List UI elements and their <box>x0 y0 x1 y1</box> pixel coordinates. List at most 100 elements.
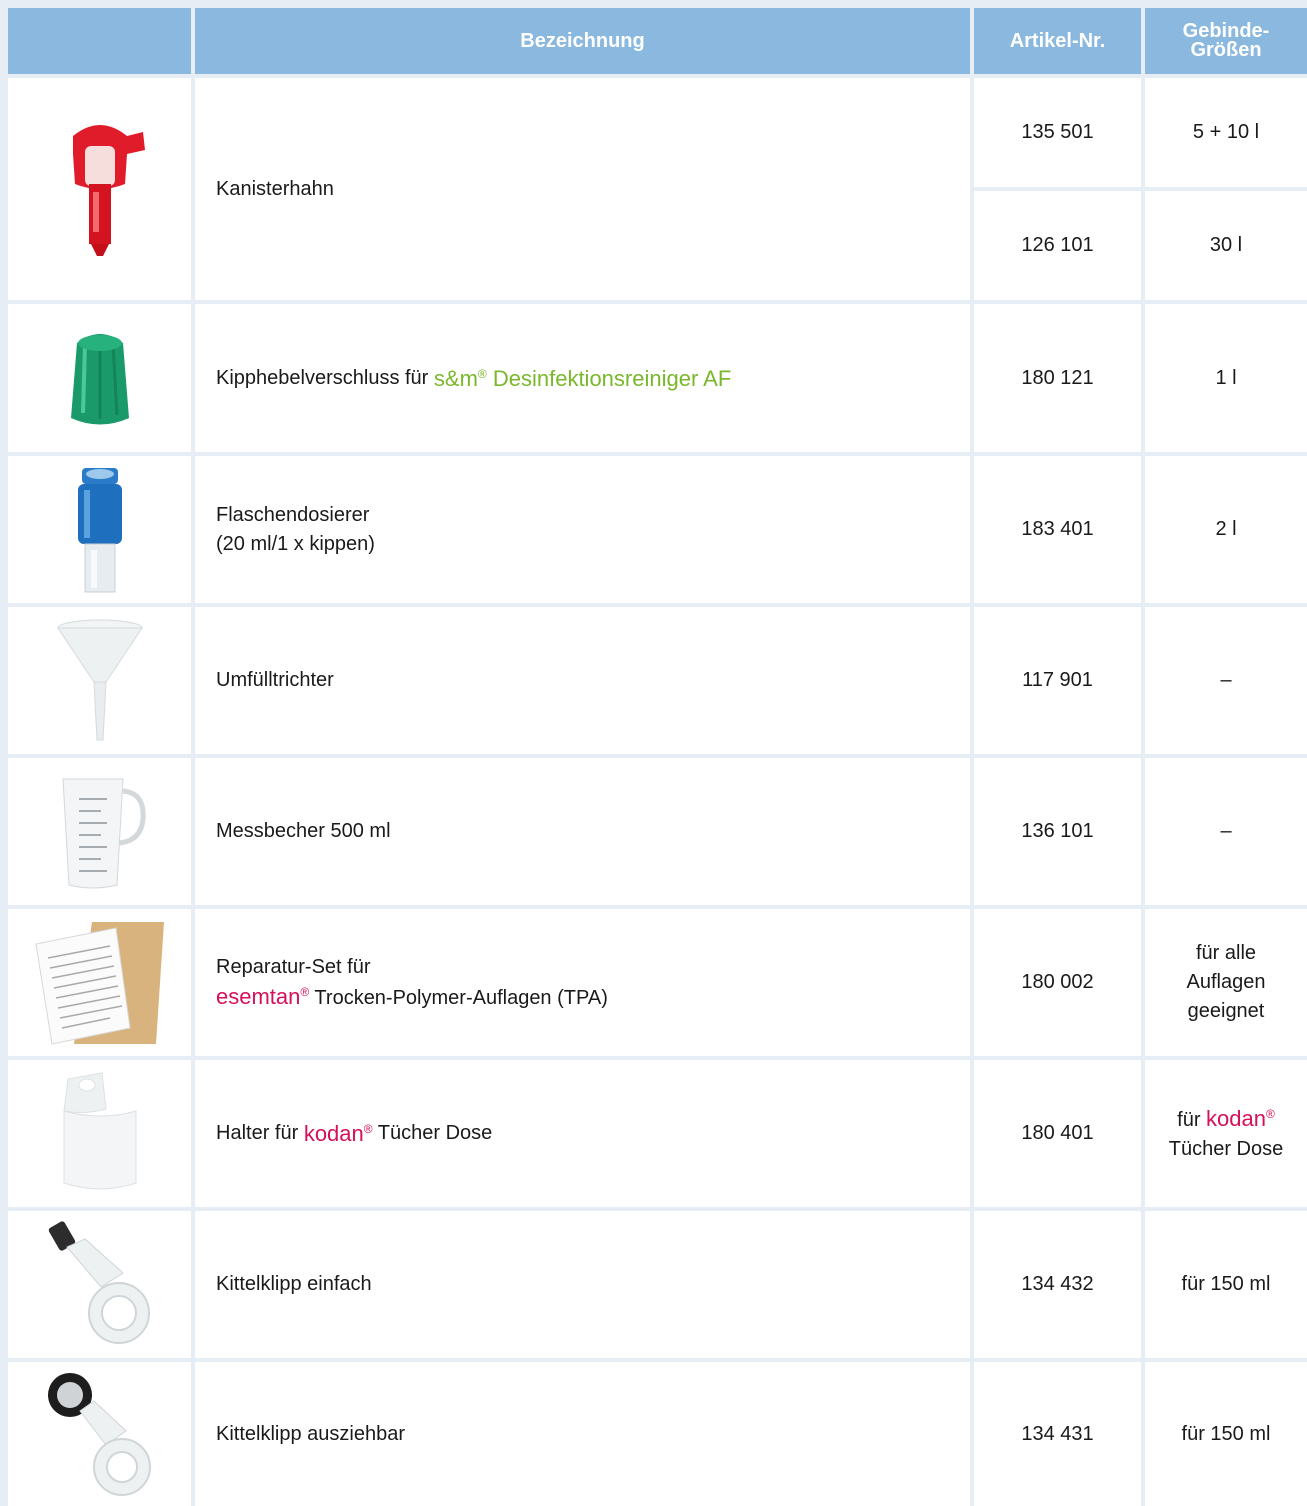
table-row-name: Kanisterhahn <box>195 78 970 300</box>
artikel-number: 126 101 <box>1021 234 1094 256</box>
bottle-dispenser-icon <box>77 467 122 592</box>
table-row-size: für alle Auflagen geeignet <box>1145 909 1307 1056</box>
brand-suffix: Desinfektionsreiniger AF <box>486 365 732 391</box>
artikel-number: 135 501 <box>1021 121 1094 143</box>
product-name-line1: Flaschendosierer <box>216 503 370 526</box>
table-row-size: 5 + 10 l <box>1145 78 1307 187</box>
product-name-line2: esemtan® Trocken-Polymer-Auflagen (TPA) <box>216 982 608 1013</box>
table-row-artikel: 117 901 <box>974 607 1141 754</box>
artikel-number: 134 431 <box>1021 1422 1094 1445</box>
artikel-number: 180 002 <box>1021 971 1094 993</box>
container-size-line3: geeignet <box>1187 1000 1265 1022</box>
retractable-clip-icon <box>47 1372 151 1496</box>
product-name-line2: (20 ml/1 x kippen) <box>216 532 375 555</box>
brand-kodan: kodan® <box>1206 1106 1275 1131</box>
table-row-size: 2 l <box>1145 456 1307 603</box>
header-artikel-nr: Artikel-Nr. <box>974 8 1141 74</box>
table-row-name: Kittelklipp ausziehbar <box>195 1362 970 1506</box>
brand-kodan: kodan® <box>304 1119 373 1148</box>
table-row-artikel: 126 101 <box>974 191 1141 300</box>
canister-tap-icon <box>72 125 145 256</box>
accessories-table: Bezeichnung Artikel-Nr. Gebinde- Größen … <box>0 0 1307 1506</box>
header-gebinde: Gebinde- Größen <box>1145 8 1307 74</box>
container-size: – <box>1220 669 1232 691</box>
table-row-artikel: 134 431 <box>974 1362 1141 1506</box>
product-name: Kittelklipp ausziehbar <box>216 1422 405 1445</box>
product-name-prefix: Kipphebelverschluss für <box>216 366 434 389</box>
table-row-size: – <box>1145 607 1307 754</box>
table-row-name: Kipphebelverschluss für s&m® Desinfektio… <box>195 304 970 452</box>
table-row-name: Flaschendosierer (20 ml/1 x kippen) <box>195 456 970 603</box>
container-size-line2: Auflagen <box>1186 971 1266 993</box>
table-row-name: Kittelklipp einfach <box>195 1211 970 1358</box>
artikel-number: 134 432 <box>1021 1273 1094 1295</box>
holder-icon <box>62 1072 136 1190</box>
table-row-name: Reparatur-Set für esemtan® Trocken-Polym… <box>195 909 970 1056</box>
measuring-cup-icon <box>61 778 146 889</box>
table-row-size: für 150 ml <box>1145 1362 1307 1506</box>
header-bezeichnung: Bezeichnung <box>195 8 970 74</box>
registered-mark: ® <box>1266 1106 1275 1121</box>
flip-cap-icon <box>70 334 129 425</box>
header-artikel-nr-label: Artikel-Nr. <box>1009 29 1106 52</box>
brand-name: kodan <box>303 1121 364 1146</box>
registered-mark: ® <box>363 1122 373 1136</box>
table-row-artikel: 135 501 <box>974 78 1141 187</box>
product-name-line1: Reparatur-Set für <box>216 955 371 978</box>
container-size: für 150 ml <box>1181 1273 1271 1295</box>
product-name-suffix: Tücher Dose <box>372 1122 493 1144</box>
artikel-number: 180 401 <box>1021 1122 1094 1144</box>
table-row-image <box>8 909 191 1056</box>
table-row-image <box>8 1211 191 1358</box>
container-size: für 150 ml <box>1181 1422 1271 1445</box>
brand-name: kodan <box>1206 1105 1266 1131</box>
container-size: 30 l <box>1209 234 1243 256</box>
table-row-size: – <box>1145 758 1307 905</box>
table-row-size: 30 l <box>1145 191 1307 300</box>
table-row-artikel: 134 432 <box>974 1211 1141 1358</box>
table-row-size: für 150 ml <box>1145 1211 1307 1358</box>
product-name-suffix: Trocken-Polymer-Auflagen (TPA) <box>309 986 608 1009</box>
table-row-artikel: 180 002 <box>974 909 1141 1056</box>
table-row-name: Halter für kodan® Tücher Dose <box>195 1060 970 1207</box>
table-row-image <box>8 304 191 452</box>
table-row-name: Messbecher 500 ml <box>195 758 970 905</box>
coat-clip-icon <box>48 1221 150 1344</box>
product-name: Kanisterhahn <box>216 177 334 200</box>
table-row-artikel: 183 401 <box>974 456 1141 603</box>
registered-mark: ® <box>300 984 310 999</box>
table-row-image <box>8 1060 191 1207</box>
container-size: 2 l <box>1215 518 1237 540</box>
table-row-size: für kodan® Tücher Dose <box>1145 1060 1307 1207</box>
table-row-artikel: 136 101 <box>974 758 1141 905</box>
header-image-column <box>8 8 191 74</box>
table-row-image <box>8 758 191 905</box>
funnel-icon <box>56 619 143 740</box>
table-row-artikel: 180 401 <box>974 1060 1141 1207</box>
header-bezeichnung-label: Bezeichnung <box>520 29 645 52</box>
product-name: Kittelklipp einfach <box>216 1273 372 1295</box>
table-row-image <box>8 78 191 300</box>
artikel-number: 136 101 <box>1021 820 1094 842</box>
product-name-prefix: Halter für <box>216 1122 304 1144</box>
product-name: Messbecher 500 ml <box>216 820 391 842</box>
size-prefix: für <box>1177 1108 1207 1131</box>
registered-mark: ® <box>477 366 487 381</box>
brand-name: s&m <box>433 365 478 391</box>
table-row-artikel: 180 121 <box>974 304 1141 452</box>
table-row-name: Umfülltrichter <box>195 607 970 754</box>
brand-name: esemtan <box>216 983 301 1009</box>
container-size-line1: für kodan® <box>1177 1104 1275 1135</box>
artikel-number: 183 401 <box>1021 518 1094 540</box>
table-row-image <box>8 456 191 603</box>
table-row-image <box>8 1362 191 1506</box>
container-size: 1 l <box>1215 366 1237 389</box>
brand-esemtan: esemtan® <box>216 984 309 1009</box>
header-gebinde-line2: Größen <box>1190 39 1262 61</box>
container-size-line2: Tücher Dose <box>1168 1137 1284 1160</box>
artikel-number: 117 901 <box>1022 669 1093 691</box>
container-size-line1: für alle <box>1195 942 1257 964</box>
container-size: 5 + 10 l <box>1192 121 1260 143</box>
brand-sm: s&m® Desinfektionsreiniger AF <box>434 364 731 393</box>
product-name: Umfülltrichter <box>216 669 334 691</box>
